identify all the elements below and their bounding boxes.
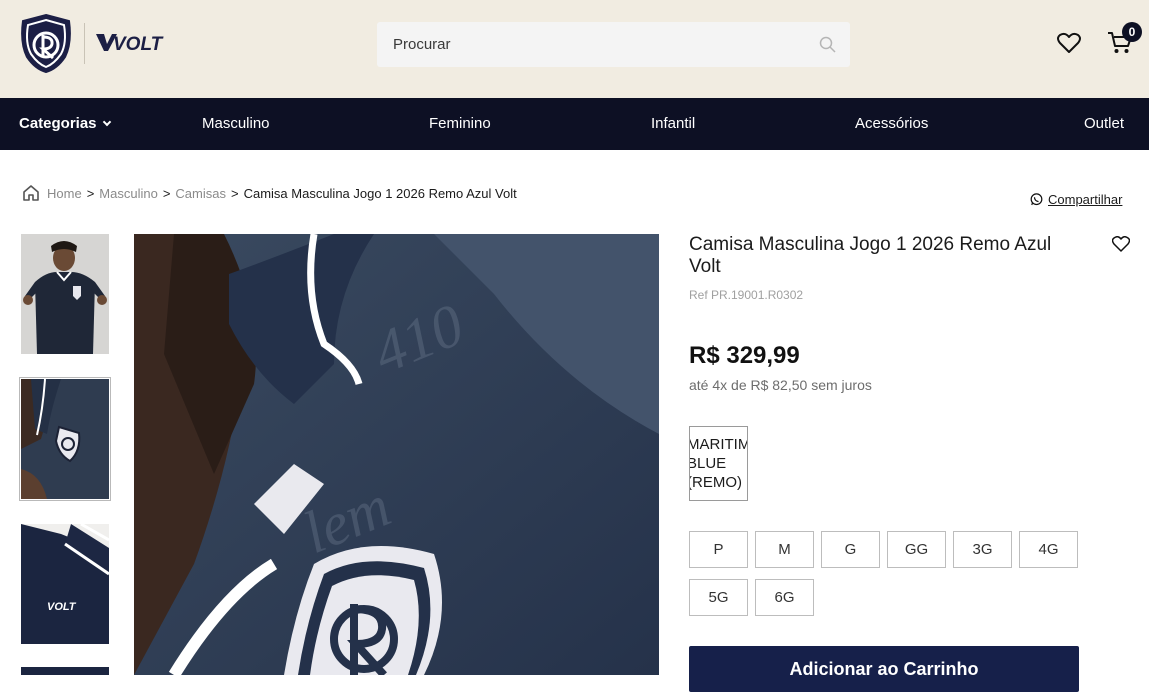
product-thumbnail-2[interactable] xyxy=(19,377,111,501)
thumbnail-image-collar-detail: VOLT xyxy=(21,524,109,644)
product-title: Camisa Masculina Jogo 1 2026 Remo Azul V… xyxy=(689,234,1052,277)
home-icon[interactable] xyxy=(22,184,40,202)
cart-count-badge[interactable]: 0 xyxy=(1122,22,1142,42)
remo-crest-logo[interactable] xyxy=(19,13,73,74)
main-nav: Categorias Masculino Feminino Infantil A… xyxy=(0,98,1149,150)
search-icon[interactable] xyxy=(819,36,836,53)
add-to-cart-button[interactable]: Adicionar ao Carrinho xyxy=(689,646,1079,692)
search-input[interactable]: Procurar xyxy=(393,36,451,53)
installments-text: até 4x de R$ 82,50 sem juros xyxy=(689,377,872,393)
search-box[interactable]: Procurar xyxy=(377,22,850,67)
size-option-3g[interactable]: 3G xyxy=(953,531,1012,568)
chevron-down-icon xyxy=(102,117,111,127)
thumbnail-image-model-front xyxy=(21,234,109,354)
nav-item-feminino[interactable]: Feminino xyxy=(429,115,491,132)
breadcrumb-masculino[interactable]: Masculino xyxy=(99,186,158,201)
header: VOLT Procurar 0 xyxy=(0,0,1149,98)
share-label[interactable]: Compartilhar xyxy=(1048,192,1122,207)
main-image-shirt-closeup: 410 lem xyxy=(134,234,659,675)
thumbnail-image-crest-detail xyxy=(21,379,109,499)
size-option-m[interactable]: M xyxy=(755,531,814,568)
breadcrumb-camisas[interactable]: Camisas xyxy=(175,186,226,201)
color-option[interactable]: MARITIME BLUE (REMO) xyxy=(689,426,748,501)
breadcrumb-home[interactable]: Home xyxy=(47,186,82,201)
breadcrumb-separator: > xyxy=(230,185,239,201)
size-option-4g[interactable]: 4G xyxy=(1019,531,1078,568)
heart-icon[interactable] xyxy=(1057,32,1081,54)
breadcrumb: Home > Masculino > Camisas > Camisa Masc… xyxy=(22,183,517,203)
product-ref: Ref PR.19001.R0302 xyxy=(689,288,804,302)
size-option-gg[interactable]: GG xyxy=(887,531,946,568)
nav-categories-label: Categorias xyxy=(19,115,97,132)
size-option-6g[interactable]: 6G xyxy=(755,579,814,616)
product-thumbnail-3[interactable]: VOLT xyxy=(21,524,109,644)
nav-item-masculino[interactable]: Masculino xyxy=(202,115,270,132)
volt-logo-text: VOLT xyxy=(47,601,77,613)
product-thumbnail-4[interactable] xyxy=(21,667,109,675)
volt-logo-text: VOLT xyxy=(113,34,164,54)
logo-divider xyxy=(84,23,85,64)
product-main-image[interactable]: 410 lem xyxy=(134,234,659,675)
nav-categories[interactable]: Categorias xyxy=(19,115,111,132)
breadcrumb-current: Camisa Masculina Jogo 1 2026 Remo Azul V… xyxy=(243,185,517,201)
size-option-5g[interactable]: 5G xyxy=(689,579,748,616)
size-option-g[interactable]: G xyxy=(821,531,880,568)
volt-logo[interactable]: VOLT xyxy=(95,30,169,54)
size-option-p[interactable]: P xyxy=(689,531,748,568)
color-option-label: MARITIME BLUE (REMO) xyxy=(689,436,747,491)
breadcrumb-separator: > xyxy=(162,185,171,201)
nav-item-acessorios[interactable]: Acessórios xyxy=(855,115,928,132)
product-price: R$ 329,99 xyxy=(689,342,800,369)
nav-item-infantil[interactable]: Infantil xyxy=(651,115,695,132)
breadcrumb-separator: > xyxy=(86,185,95,201)
share-link[interactable]: Compartilhar xyxy=(1030,192,1122,207)
whatsapp-icon xyxy=(1030,193,1043,206)
nav-item-outlet[interactable]: Outlet xyxy=(1084,115,1124,132)
product-thumbnail-1[interactable] xyxy=(21,234,109,354)
wishlist-heart-icon[interactable] xyxy=(1112,236,1130,252)
